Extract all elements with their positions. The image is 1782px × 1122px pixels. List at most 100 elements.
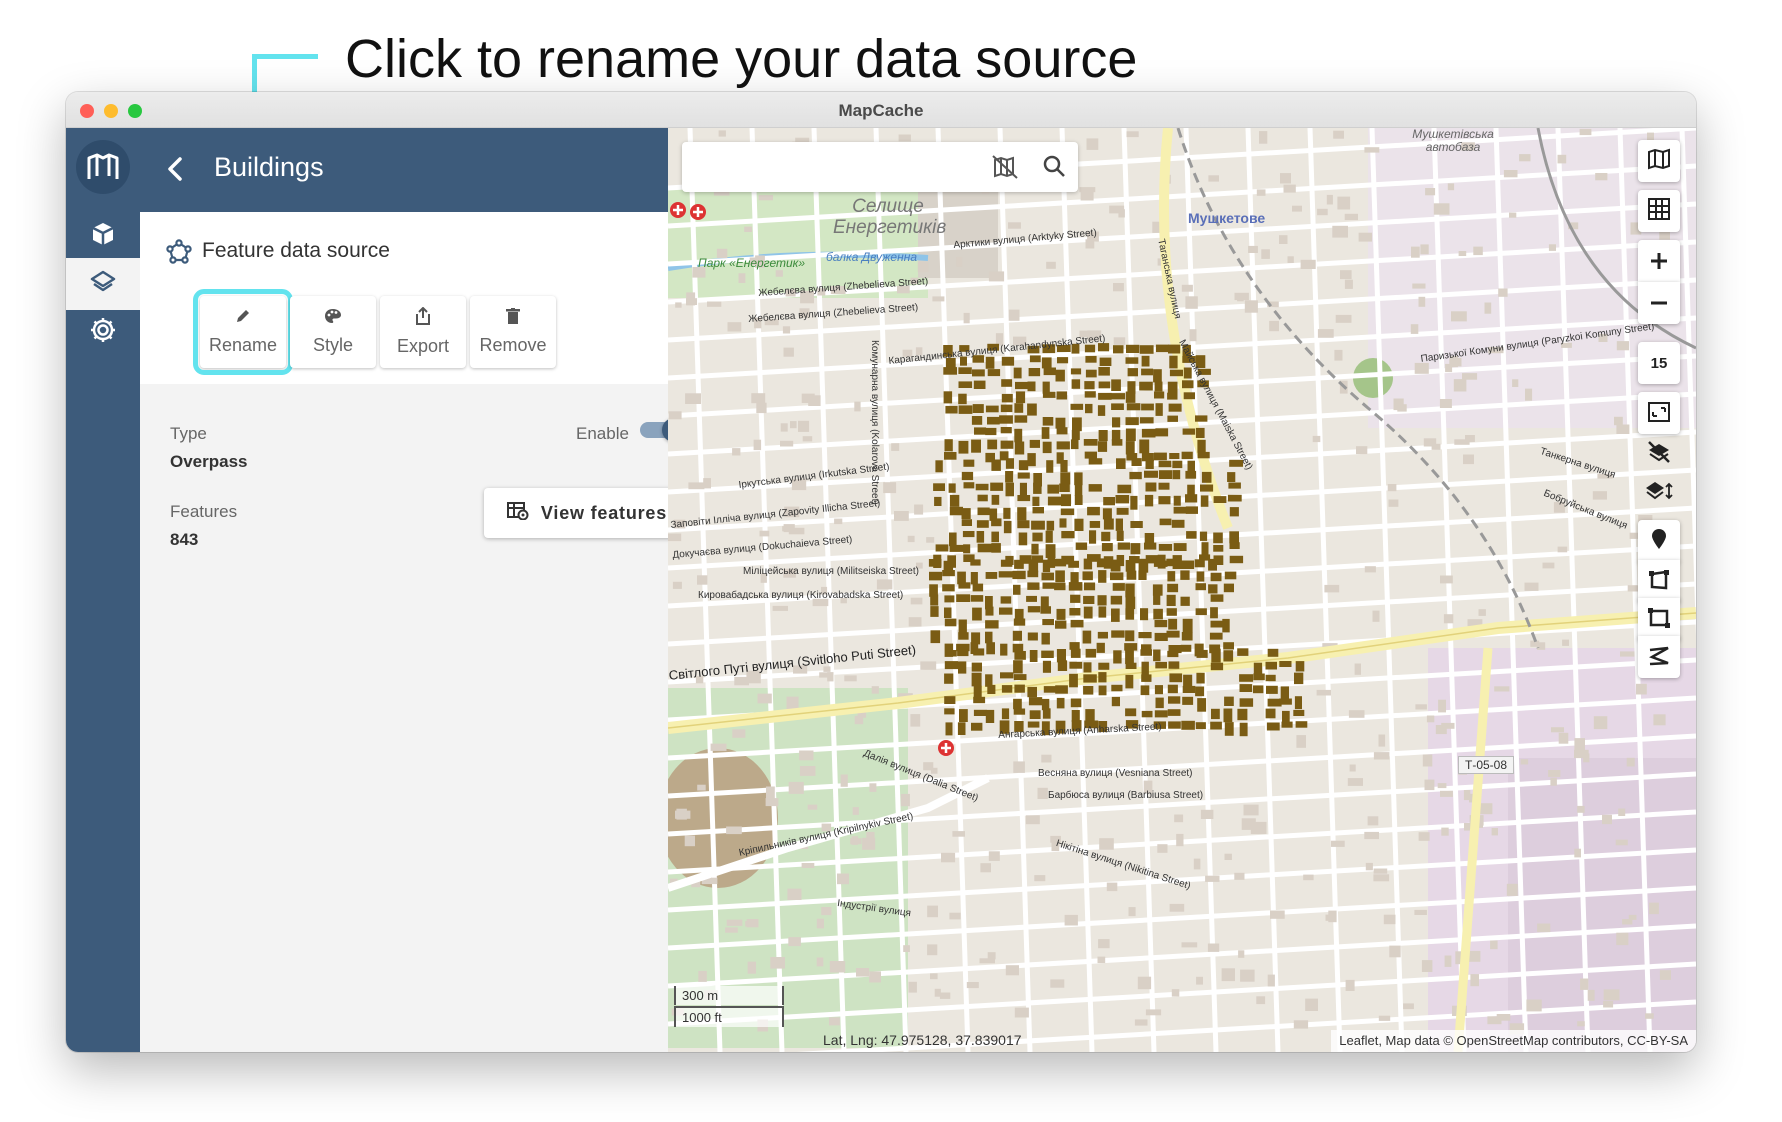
highlighted-building[interactable]: [1239, 722, 1248, 737]
highlighted-building[interactable]: [1056, 608, 1066, 620]
highlighted-building[interactable]: [1279, 698, 1292, 705]
highlighted-building[interactable]: [1111, 439, 1123, 446]
highlighted-building[interactable]: [1074, 495, 1083, 505]
highlighted-building[interactable]: [1173, 543, 1187, 551]
highlighted-building[interactable]: [1168, 618, 1178, 630]
highlighted-building[interactable]: [1127, 368, 1138, 377]
highlighted-building[interactable]: [1183, 392, 1195, 400]
highlighted-building[interactable]: [1139, 381, 1153, 391]
highlighted-building[interactable]: [944, 607, 952, 619]
highlighted-building[interactable]: [961, 471, 974, 481]
highlighted-building[interactable]: [930, 594, 939, 606]
rail-item-layers[interactable]: [66, 258, 140, 310]
highlighted-building[interactable]: [1141, 428, 1156, 438]
highlighted-building[interactable]: [1281, 721, 1293, 728]
highlighted-building[interactable]: [1253, 685, 1264, 694]
highlighted-building[interactable]: [933, 483, 945, 491]
highlighted-building[interactable]: [991, 543, 1001, 553]
highlighted-building[interactable]: [1169, 453, 1180, 459]
highlighted-building[interactable]: [943, 391, 953, 404]
highlighted-building[interactable]: [1014, 608, 1024, 619]
highlighted-building[interactable]: [1069, 673, 1078, 688]
highlighted-building[interactable]: [1013, 584, 1021, 595]
highlighted-building[interactable]: [1047, 496, 1062, 506]
highlighted-building[interactable]: [1057, 660, 1068, 671]
highlighted-building[interactable]: [1013, 708, 1026, 715]
highlighted-building[interactable]: [1043, 686, 1057, 693]
highlighted-building[interactable]: [1072, 417, 1082, 432]
highlighted-building[interactable]: [1155, 428, 1169, 437]
highlighted-building[interactable]: [1042, 417, 1054, 426]
highlighted-building[interactable]: [1070, 368, 1082, 375]
highlighted-building[interactable]: [1154, 452, 1167, 461]
highlighted-building[interactable]: [1210, 572, 1222, 582]
highlighted-building[interactable]: [958, 405, 973, 414]
highlighted-building[interactable]: [1153, 608, 1163, 620]
highlighted-building[interactable]: [1167, 583, 1179, 593]
highlighted-building[interactable]: [1098, 672, 1107, 683]
highlighted-building[interactable]: [1182, 696, 1194, 705]
highlighted-building[interactable]: [991, 494, 1000, 505]
highlighted-building[interactable]: [1196, 672, 1205, 684]
highlighted-building[interactable]: [1012, 630, 1022, 641]
highlighted-building[interactable]: [943, 560, 954, 571]
highlighted-building[interactable]: [1042, 559, 1051, 573]
highlighted-building[interactable]: [1028, 697, 1043, 706]
highlighted-building[interactable]: [1046, 460, 1054, 473]
highlighted-building[interactable]: [1001, 708, 1010, 720]
highlighted-building[interactable]: [1001, 379, 1013, 387]
highlighted-building[interactable]: [1139, 345, 1154, 354]
highlighted-building[interactable]: [1145, 458, 1154, 470]
highlighted-building[interactable]: [1018, 460, 1029, 471]
highlighted-building[interactable]: [1101, 531, 1111, 542]
highlighted-building[interactable]: [1027, 686, 1037, 698]
highlighted-building[interactable]: [1210, 607, 1218, 619]
highlighted-building[interactable]: [1180, 570, 1190, 580]
highlighted-building[interactable]: [1005, 458, 1014, 469]
highlighted-building[interactable]: [1068, 560, 1079, 568]
highlighted-building[interactable]: [1200, 495, 1209, 507]
highlighted-building[interactable]: [1169, 369, 1183, 377]
highlighted-building[interactable]: [1181, 720, 1195, 730]
highlighted-building[interactable]: [1155, 697, 1164, 709]
highlighted-building[interactable]: [1125, 391, 1136, 403]
highlighted-building[interactable]: [1223, 583, 1234, 593]
highlighted-building[interactable]: [1239, 674, 1254, 682]
highlighted-building[interactable]: [1014, 441, 1025, 455]
highlighted-building[interactable]: [1017, 520, 1030, 529]
highlighted-building[interactable]: [1167, 684, 1178, 694]
highlighted-building[interactable]: [1083, 558, 1093, 570]
highlighted-building[interactable]: [1084, 451, 1097, 459]
highlighted-building[interactable]: [1295, 661, 1305, 672]
highlighted-building[interactable]: [1181, 451, 1193, 460]
highlighted-building[interactable]: [1017, 472, 1030, 479]
highlighted-building[interactable]: [1040, 606, 1051, 614]
highlighted-building[interactable]: [1180, 596, 1190, 606]
map-attribution[interactable]: Leaflet, Map data © OpenStreetMap contri…: [1331, 1030, 1696, 1052]
highlighted-building[interactable]: [1197, 698, 1207, 712]
highlighted-building[interactable]: [970, 559, 981, 566]
highlighted-building[interactable]: [1167, 392, 1178, 400]
highlighted-building[interactable]: [1098, 570, 1107, 583]
highlighted-building[interactable]: [1115, 495, 1130, 504]
highlighted-building[interactable]: [1027, 721, 1040, 728]
highlighted-building[interactable]: [977, 494, 988, 502]
highlighted-building[interactable]: [928, 559, 942, 567]
highlighted-building[interactable]: [1056, 427, 1068, 435]
highlighted-building[interactable]: [973, 648, 985, 656]
highlighted-building[interactable]: [1253, 673, 1265, 681]
highlighted-building[interactable]: [1000, 559, 1013, 567]
highlighted-building[interactable]: [1017, 495, 1031, 502]
highlighted-building[interactable]: [1041, 632, 1050, 645]
highlighted-building[interactable]: [1223, 642, 1234, 650]
highlighted-building[interactable]: [1167, 571, 1176, 582]
highlighted-building[interactable]: [1015, 381, 1028, 390]
highlighted-building[interactable]: [1000, 596, 1012, 604]
highlighted-building[interactable]: [1029, 710, 1041, 719]
highlighted-building[interactable]: [930, 606, 939, 617]
highlighted-building[interactable]: [999, 607, 1013, 615]
highlighted-building[interactable]: [1029, 355, 1041, 363]
highlighted-building[interactable]: [1154, 381, 1163, 392]
highlighted-building[interactable]: [1115, 518, 1123, 531]
highlighted-building[interactable]: [1083, 595, 1095, 604]
